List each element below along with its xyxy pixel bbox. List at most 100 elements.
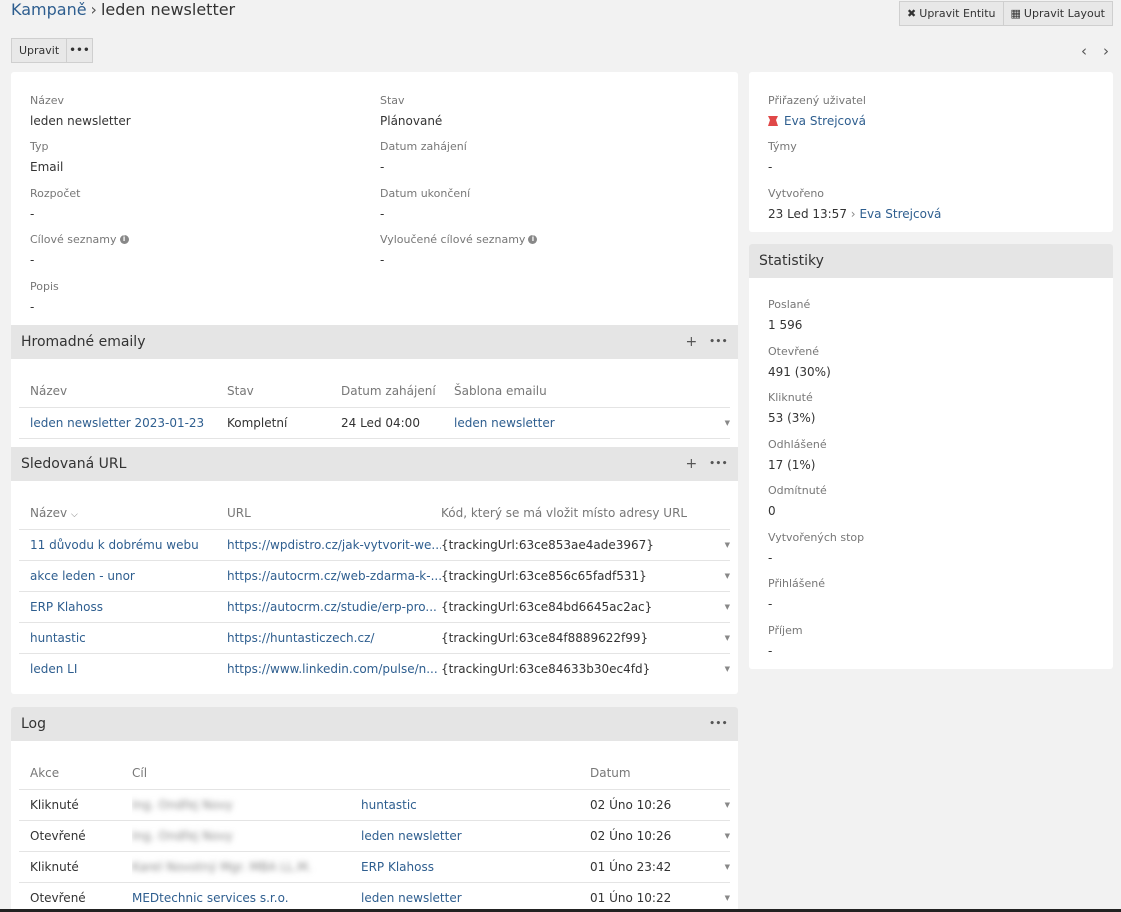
user-icon bbox=[768, 116, 778, 126]
stat-bounced: Odmítnuté 0 bbox=[768, 484, 827, 518]
more-icon[interactable]: ••• bbox=[709, 459, 728, 469]
description-value: - bbox=[30, 300, 35, 314]
log-action: Otevřené bbox=[19, 882, 132, 912]
row-actions-icon[interactable]: ▼ bbox=[710, 851, 730, 883]
row-actions-icon[interactable]: ▼ bbox=[710, 820, 730, 852]
target-lists-field: Cílové seznamy i - bbox=[30, 233, 129, 267]
table-row: Otevřené MEDtechnic services s.r.o. lede… bbox=[19, 882, 730, 912]
end-date-label: Datum ukončení bbox=[380, 187, 471, 200]
stat-value: 1 596 bbox=[768, 318, 803, 332]
excluded-lists-label: Vyloučené cílové seznamy bbox=[380, 233, 526, 246]
more-icon[interactable]: ••• bbox=[709, 337, 728, 347]
created-by-link[interactable]: Eva Strejcová bbox=[859, 207, 941, 221]
log-action: Kliknuté bbox=[19, 851, 132, 883]
tracked-url-name-link[interactable]: 11 důvodu k dobrému webu bbox=[30, 538, 199, 552]
column-header: Šablona emailu bbox=[454, 376, 710, 408]
side-info-panel: Přiřazený uživatel Eva Strejcová Týmy - … bbox=[749, 72, 1113, 232]
tracked-url-link[interactable]: https://autocrm.cz/web-zdarma-k-... bbox=[227, 569, 441, 583]
edit-button[interactable]: Upravit bbox=[11, 38, 68, 63]
log-date: 01 Úno 23:42 bbox=[590, 851, 710, 883]
tracked-urls-table: Název ⌵ URL Kód, který se má vložit míst… bbox=[19, 498, 730, 684]
column-header: Název bbox=[19, 376, 227, 408]
action-bar: Upravit ••• bbox=[11, 38, 94, 63]
assigned-user-link[interactable]: Eva Strejcová bbox=[784, 114, 866, 128]
more-icon[interactable]: ••• bbox=[709, 719, 728, 729]
row-actions-icon[interactable]: ▼ bbox=[710, 529, 730, 561]
log-target-link[interactable]: Ing. Ondřej Novy bbox=[132, 829, 233, 843]
page-title: leden newsletter bbox=[100, 0, 236, 19]
breadcrumb-campaigns-link[interactable]: Kampaně bbox=[11, 0, 87, 19]
tracked-url-link[interactable]: https://autocrm.cz/studie/erp-pro... bbox=[227, 600, 437, 614]
log-table: Akce Cíl Datum Kliknuté Ing. Ondřej Novy… bbox=[19, 758, 730, 912]
column-header: Akce bbox=[19, 758, 132, 790]
row-actions-icon[interactable]: ▼ bbox=[710, 653, 730, 684]
table-row: akce leden - unor https://autocrm.cz/web… bbox=[19, 560, 730, 592]
table-header-row: Název Stav Datum zahájení Šablona emailu bbox=[19, 376, 730, 408]
tracked-url-link[interactable]: https://wpdistro.cz/jak-vytvorit-we... bbox=[227, 538, 441, 552]
log-target-link[interactable]: MEDtechnic services s.r.o. bbox=[132, 891, 289, 905]
stat-opened: Otevřené 491 (30%) bbox=[768, 345, 831, 379]
info-icon[interactable]: i bbox=[119, 235, 129, 244]
tracked-url-name-link[interactable]: ERP Klahoss bbox=[30, 600, 103, 614]
tracked-url-name-link[interactable]: huntastic bbox=[30, 631, 86, 645]
mass-email-link[interactable]: leden newsletter 2023-01-23 bbox=[30, 416, 204, 430]
log-object-link[interactable]: leden newsletter bbox=[361, 829, 462, 843]
table-row: Otevřené Ing. Ondřej Novy leden newslett… bbox=[19, 820, 730, 852]
tracking-code: {trackingUrl:63ce84bd6645ac2ac} bbox=[441, 591, 710, 623]
stat-label: Odhlášené bbox=[768, 438, 827, 451]
log-action: Otevřené bbox=[19, 820, 132, 852]
stat-revenue: Příjem - bbox=[768, 624, 803, 658]
tracked-url-name-link[interactable]: akce leden - unor bbox=[30, 569, 135, 583]
teams-label: Týmy bbox=[768, 140, 797, 153]
table-row: ERP Klahoss https://autocrm.cz/studie/er… bbox=[19, 591, 730, 623]
excluded-lists-label-wrap: Vyloučené cílové seznamy i bbox=[380, 233, 538, 246]
edit-entity-button[interactable]: ✖ Upravit Entitu bbox=[899, 1, 1004, 26]
stat-label: Poslané bbox=[768, 298, 811, 311]
row-actions-icon[interactable]: ▼ bbox=[710, 560, 730, 592]
row-actions-icon[interactable]: ▼ bbox=[710, 622, 730, 654]
log-target-link[interactable]: Ing. Ondřej Novy bbox=[132, 798, 233, 812]
log-object-link[interactable]: ERP Klahoss bbox=[361, 860, 434, 874]
more-actions-button[interactable]: ••• bbox=[67, 38, 94, 63]
log-target-link[interactable]: Karel Novotný Mgr. MBA LL.M. bbox=[132, 860, 312, 874]
log-object-link[interactable]: huntastic bbox=[361, 798, 417, 812]
table-row: 11 důvodu k dobrému webu https://wpdistr… bbox=[19, 529, 730, 561]
add-icon[interactable]: + bbox=[686, 334, 698, 350]
edit-layout-button[interactable]: ▦ Upravit Layout bbox=[1003, 1, 1113, 26]
edit-entity-label: Upravit Entitu bbox=[919, 7, 996, 20]
column-header-name[interactable]: Název ⌵ bbox=[19, 498, 227, 530]
target-lists-label-wrap: Cílové seznamy i bbox=[30, 233, 129, 246]
row-actions-icon[interactable]: ▼ bbox=[710, 789, 730, 821]
tracked-url-link[interactable]: https://www.linkedin.com/pulse/n... bbox=[227, 662, 438, 676]
info-icon[interactable]: i bbox=[528, 235, 538, 244]
overview-section: Název leden newsletter Stav Plánované Ty… bbox=[11, 72, 738, 325]
edit-layout-label: Upravit Layout bbox=[1023, 7, 1105, 20]
row-actions-icon[interactable]: ▼ bbox=[710, 407, 730, 439]
breadcrumb: Kampaně › leden newsletter bbox=[11, 0, 235, 24]
column-header: URL bbox=[227, 498, 441, 530]
status-field: Stav Plánované bbox=[380, 94, 442, 128]
type-value: Email bbox=[30, 160, 64, 174]
column-header: Kód, který se má vložit místo adresy URL bbox=[441, 498, 710, 530]
log-object-link[interactable]: leden newsletter bbox=[361, 891, 462, 905]
previous-record-icon[interactable]: ‹ bbox=[1081, 42, 1087, 60]
next-record-icon[interactable]: › bbox=[1103, 42, 1109, 60]
email-template-link[interactable]: leden newsletter bbox=[454, 416, 555, 430]
column-header-empty bbox=[710, 498, 730, 530]
status-label: Stav bbox=[380, 94, 405, 107]
stat-value: - bbox=[768, 597, 773, 611]
statistics-title: Statistiky bbox=[759, 253, 824, 269]
sort-chevron-down-icon: ⌵ bbox=[70, 510, 78, 521]
tracked-url-link[interactable]: https://huntasticzech.cz/ bbox=[227, 631, 374, 645]
row-actions-icon[interactable]: ▼ bbox=[710, 882, 730, 912]
stat-sent: Poslané 1 596 bbox=[768, 298, 810, 332]
stat-value: - bbox=[768, 644, 773, 658]
column-header-label: Název bbox=[30, 506, 68, 521]
stat-leads-created: Vytvořených stop - bbox=[768, 531, 864, 565]
mass-emails-tools: + ••• bbox=[686, 334, 729, 350]
description-field: Popis - bbox=[30, 280, 59, 314]
row-actions-icon[interactable]: ▼ bbox=[710, 591, 730, 623]
stat-label: Příjem bbox=[768, 624, 803, 637]
tracked-url-name-link[interactable]: leden LI bbox=[30, 662, 77, 676]
add-icon[interactable]: + bbox=[686, 456, 698, 472]
